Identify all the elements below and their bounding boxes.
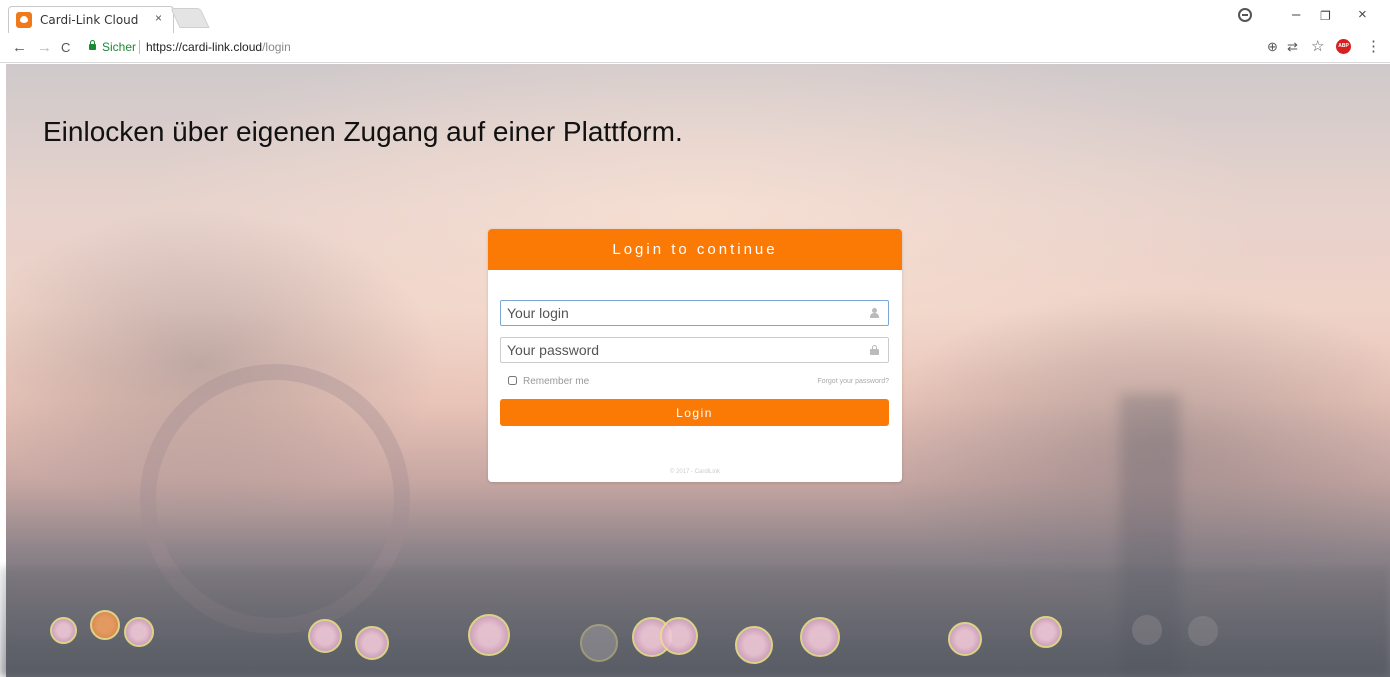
card-footer: © 2017 - CardiLink <box>669 469 721 475</box>
login-card-title: Login to continue <box>488 229 902 270</box>
url-separator <box>139 40 140 54</box>
tab-close-icon[interactable]: × <box>155 11 162 25</box>
url-host: https://cardi-link.cloud <box>146 40 263 54</box>
bokeh-light <box>468 614 510 656</box>
forward-button[interactable]: → <box>37 39 52 56</box>
user-icon <box>870 308 879 318</box>
login-button[interactable]: Login <box>500 399 889 426</box>
menu-icon[interactable]: ⋮ <box>1366 37 1381 55</box>
profile-icon[interactable] <box>1238 8 1252 22</box>
bokeh-light <box>1188 616 1218 646</box>
bokeh-light <box>1030 616 1062 648</box>
url-text[interactable]: https://cardi-link.cloud/login <box>146 40 291 54</box>
remember-me[interactable]: Remember me <box>508 376 589 387</box>
login-field[interactable] <box>500 300 889 326</box>
bokeh-light <box>308 619 342 653</box>
skyline-blur <box>0 567 1390 677</box>
bokeh-light <box>90 610 120 640</box>
bokeh-light <box>580 624 618 662</box>
security-label[interactable]: Sicher <box>102 40 136 54</box>
remember-me-label: Remember me <box>523 376 590 387</box>
url-path: /login <box>262 40 291 54</box>
forgot-password-link[interactable]: Forgot your password? <box>817 378 889 385</box>
new-tab-button[interactable] <box>170 8 210 28</box>
close-window-button[interactable]: × <box>1358 6 1367 23</box>
back-button[interactable]: ← <box>12 39 27 56</box>
bokeh-light <box>124 617 154 647</box>
bokeh-light <box>948 622 982 656</box>
restore-button[interactable]: ❐ <box>1320 9 1331 23</box>
bookmark-star-icon[interactable]: ☆ <box>1311 37 1324 55</box>
cardilink-favicon-icon <box>16 12 32 28</box>
reload-button[interactable]: C <box>61 40 70 55</box>
page-headline: Einlocken über eigenen Zugang auf einer … <box>43 116 683 147</box>
minimize-button[interactable]: – <box>1292 6 1300 23</box>
bokeh-light <box>1132 615 1162 645</box>
translate-icon[interactable]: ⇄ <box>1287 39 1298 55</box>
login-card: Login to continue Remember me Forgot you… <box>488 229 902 482</box>
page-background: Einlocken über eigenen Zugang auf einer … <box>0 64 1390 677</box>
tab-title: Cardi-Link Cloud <box>40 13 139 27</box>
browser-tab-strip: Cardi-Link Cloud × – ❐ × <box>0 0 1390 33</box>
zoom-icon[interactable]: ⊕ <box>1267 39 1278 55</box>
adblock-plus-icon[interactable]: ABP <box>1336 39 1351 54</box>
password-field[interactable] <box>500 337 889 363</box>
lock-icon <box>89 40 96 50</box>
bokeh-light <box>660 617 698 655</box>
remember-me-checkbox[interactable] <box>508 376 517 385</box>
password-input[interactable] <box>501 338 851 362</box>
bokeh-light <box>735 626 773 664</box>
lock-icon <box>870 345 879 355</box>
bokeh-light <box>355 626 389 660</box>
bokeh-light <box>50 617 77 644</box>
login-input[interactable] <box>501 301 851 325</box>
bokeh-light <box>800 617 840 657</box>
